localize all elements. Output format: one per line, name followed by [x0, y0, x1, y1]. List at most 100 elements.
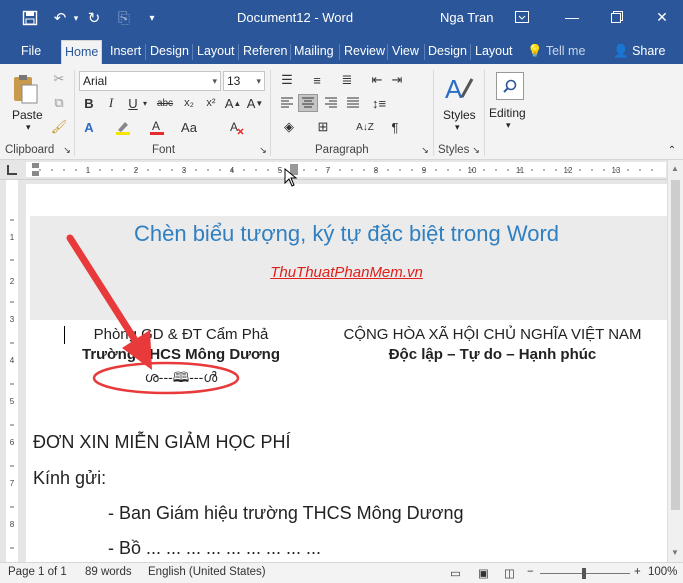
svg-text:1: 1 [10, 233, 15, 242]
recipient-line-2: - Bồ ... ... ... ... ... ... ... ... ... [108, 538, 322, 558]
share-label: Share [632, 44, 666, 58]
dialog-launcher-icon[interactable]: ↘ [62, 144, 72, 156]
ribbon-home: Paste ▾ ✂ ⧉ 🖌 Clipboard ↘ Arial ▾ 13 ▾ B I… [0, 64, 683, 160]
font-color-icon[interactable]: A [148, 118, 166, 136]
print-layout-icon[interactable]: ▣ [478, 566, 489, 580]
font-size-dropdown[interactable]: 13 ▾ [223, 71, 265, 91]
collapse-ribbon-icon[interactable]: ⌃ [666, 144, 678, 156]
tab-design[interactable]: Design [147, 40, 192, 64]
tab-review[interactable]: Review [341, 40, 388, 64]
tell-me-box[interactable]: 💡 Tell me [524, 40, 588, 64]
sort-icon[interactable]: A↓Z [356, 118, 374, 136]
bold-icon[interactable]: B [80, 94, 98, 112]
page-count[interactable]: Page 1 of 1 [8, 566, 67, 578]
dialog-launcher-icon[interactable]: ↘ [258, 144, 268, 156]
zoom-level[interactable]: 100% [648, 566, 677, 578]
form-title: ĐƠN XIN MIỄN GIẢM HỌC PHÍ [33, 432, 291, 452]
svg-text:7: 7 [10, 479, 15, 488]
grow-font-icon[interactable]: A ▲ [224, 94, 242, 112]
decrease-indent-icon[interactable]: ⇤ [368, 72, 386, 88]
close-icon[interactable]: ✕ [650, 5, 674, 29]
svg-text:4: 4 [10, 356, 15, 365]
tab-separator [145, 44, 146, 60]
dialog-launcher-icon[interactable]: ↘ [420, 144, 430, 156]
format-painter-icon[interactable]: 🖌 [50, 118, 68, 136]
cut-icon[interactable]: ✂ [50, 70, 68, 88]
share-button[interactable]: 👤 Share [610, 40, 668, 64]
zoom-in-icon[interactable]: + [634, 566, 641, 578]
align-right-icon[interactable] [322, 94, 340, 112]
read-mode-icon[interactable]: ▭ [450, 566, 461, 580]
zoom-slider-thumb[interactable] [582, 568, 586, 579]
tab-separator [238, 44, 239, 60]
styles-icon[interactable]: A [443, 72, 475, 106]
line-spacing-icon[interactable]: ↕≡ [368, 94, 390, 112]
tab-insert[interactable]: Insert [107, 40, 144, 64]
scroll-up-icon[interactable]: ▲ [671, 164, 679, 173]
tab-home[interactable]: Home [61, 40, 103, 64]
highlight-icon[interactable] [114, 118, 132, 136]
align-center-icon[interactable] [298, 94, 318, 112]
paste-label[interactable]: Paste [12, 108, 43, 122]
copy-icon[interactable]: ⧉ [50, 94, 68, 112]
vertical-ruler[interactable]: 1 2 3 4 5 6 7 8 [0, 180, 22, 562]
word-count[interactable]: 89 words [85, 566, 132, 578]
group-separator [270, 70, 271, 156]
font-name-dropdown[interactable]: Arial ▾ [79, 71, 221, 91]
save-icon[interactable] [20, 8, 40, 28]
zoom-out-icon[interactable]: − [527, 566, 534, 578]
multilevel-list-icon[interactable]: ≣ [338, 72, 356, 88]
horizontal-ruler-row: 12345 7 8 9 10 11 12 13 [0, 160, 683, 180]
italic-icon[interactable]: I [102, 94, 120, 112]
svg-text:13: 13 [612, 166, 621, 175]
shrink-font-icon[interactable]: A ▼ [246, 94, 264, 112]
restore-icon[interactable] [605, 5, 629, 29]
strikethrough-icon[interactable]: abc [155, 94, 175, 112]
chevron-down-icon[interactable]: ▾ [140, 94, 150, 112]
increase-indent-icon[interactable]: ⇥ [388, 72, 406, 88]
tab-references[interactable]: Referen [240, 40, 290, 64]
minimize-icon[interactable]: — [560, 5, 584, 29]
tab-view[interactable]: View [389, 40, 422, 64]
styles-label[interactable]: Styles [443, 108, 476, 122]
show-marks-icon[interactable]: ¶ [386, 118, 404, 136]
tab-table-layout[interactable]: Layout [472, 40, 516, 64]
dialog-launcher-icon[interactable]: ↘ [471, 144, 481, 156]
tab-selector-icon[interactable] [7, 165, 17, 175]
superscript-icon[interactable]: x² [202, 94, 220, 112]
svg-text:9: 9 [422, 166, 427, 175]
bullets-icon[interactable]: ☰ [278, 72, 296, 88]
language-indicator[interactable]: English (United States) [148, 566, 266, 578]
align-left-icon[interactable] [278, 94, 296, 112]
customize-icon[interactable]: ▾ [142, 8, 162, 28]
subscript-icon[interactable]: x₂ [180, 94, 198, 112]
vertical-scrollbar[interactable]: ▲ ▼ [667, 160, 683, 562]
shading-icon[interactable]: ◈ [280, 118, 298, 136]
redo-icon[interactable]: ↻ [84, 8, 104, 28]
editing-label[interactable]: Editing [489, 106, 526, 120]
ribbon-display-icon[interactable] [510, 5, 534, 29]
paste-dropdown-icon[interactable]: ▾ [26, 122, 31, 133]
chevron-down-icon: ▾ [212, 76, 217, 86]
scrollbar-thumb[interactable] [671, 180, 680, 510]
text-effects-icon[interactable]: A [80, 118, 98, 136]
tab-layout[interactable]: Layout [194, 40, 238, 64]
borders-icon[interactable]: ⊞ [314, 118, 332, 136]
change-case-icon[interactable]: Aa [180, 118, 198, 136]
user-name[interactable]: Nga Tran [440, 10, 493, 25]
touch-mode-icon[interactable]: ⎘ [114, 8, 134, 28]
editing-dropdown-icon[interactable]: ▾ [506, 120, 511, 131]
tab-mailings[interactable]: Mailing [291, 40, 337, 64]
justify-icon[interactable] [344, 94, 362, 112]
horizontal-ruler[interactable]: 12345 7 8 9 10 11 12 13 [26, 162, 666, 177]
paste-icon[interactable] [10, 72, 40, 106]
tab-table-design[interactable]: Design [425, 40, 470, 64]
undo-dropdown-icon[interactable]: ▾ [66, 8, 86, 28]
web-layout-icon[interactable]: ◫ [504, 566, 515, 580]
numbering-icon[interactable]: ≡ [308, 72, 326, 88]
clear-formatting-icon[interactable]: A [228, 118, 246, 136]
search-icon[interactable] [496, 72, 524, 100]
tab-file[interactable]: File [18, 40, 44, 64]
styles-dropdown-icon[interactable]: ▾ [455, 122, 460, 133]
scroll-down-icon[interactable]: ▼ [671, 548, 679, 557]
